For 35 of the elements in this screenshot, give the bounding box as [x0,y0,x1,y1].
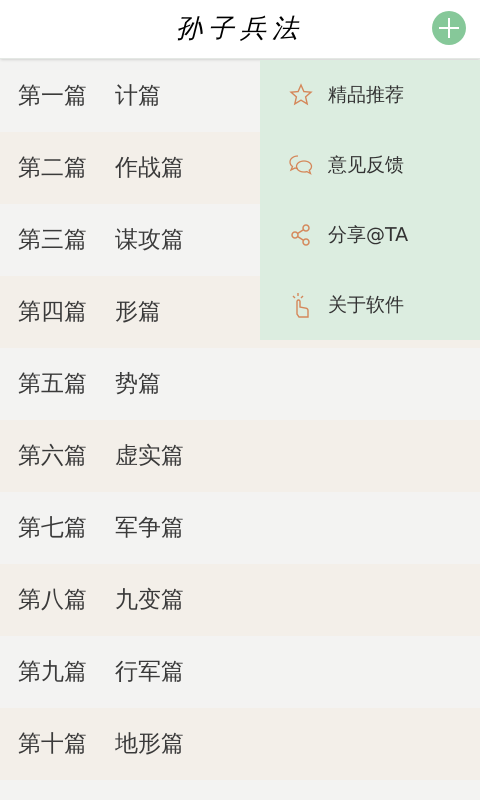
chapter-number: 第六篇 [18,442,87,471]
chapter-name: 虚实篇 [115,442,184,471]
add-button[interactable] [432,11,466,45]
star-icon [289,83,313,107]
chapter-number: 第五篇 [18,370,87,399]
menu-item[interactable]: 精品推荐 [260,60,480,130]
chapter-name: 作战篇 [115,154,184,183]
chapter-name: 军争篇 [115,514,184,543]
chapter-number: 第三篇 [18,226,87,255]
chapter-number: 第四篇 [18,298,87,327]
chapter-name: 形篇 [115,298,161,327]
chapter-number: 第二篇 [18,154,87,183]
menu-item-label: 精品推荐 [328,82,404,108]
chapter-row[interactable]: 第八篇 九变篇 [0,564,480,636]
chapter-number: 第八篇 [18,586,87,615]
chapter-number: 第十篇 [18,730,87,759]
chapter-name: 谋攻篇 [115,226,184,255]
chat-bubbles-icon [288,153,314,177]
chapter-name: 行军篇 [115,658,184,687]
chapter-number: 第九篇 [18,658,87,687]
chapter-name: 地形篇 [115,730,184,759]
menu-item-label: 关于软件 [328,292,404,318]
menu-item-label: 意见反馈 [328,152,404,178]
chapter-number: 第七篇 [18,514,87,543]
app-title: 孙子兵法 [176,12,304,46]
chapter-number: 第一篇 [18,82,87,111]
chapter-name: 九变篇 [115,586,184,615]
plus-icon [438,17,460,39]
chapter-name: 计篇 [115,82,161,111]
share-icon [290,223,312,247]
chapter-name: 势篇 [115,370,161,399]
menu-item-label: 分享@TA [328,222,408,248]
chapter-row[interactable]: 第十篇 地形篇 [0,708,480,780]
menu-item[interactable]: 意见反馈 [260,130,480,200]
chapter-row[interactable]: 第六篇 虚实篇 [0,420,480,492]
